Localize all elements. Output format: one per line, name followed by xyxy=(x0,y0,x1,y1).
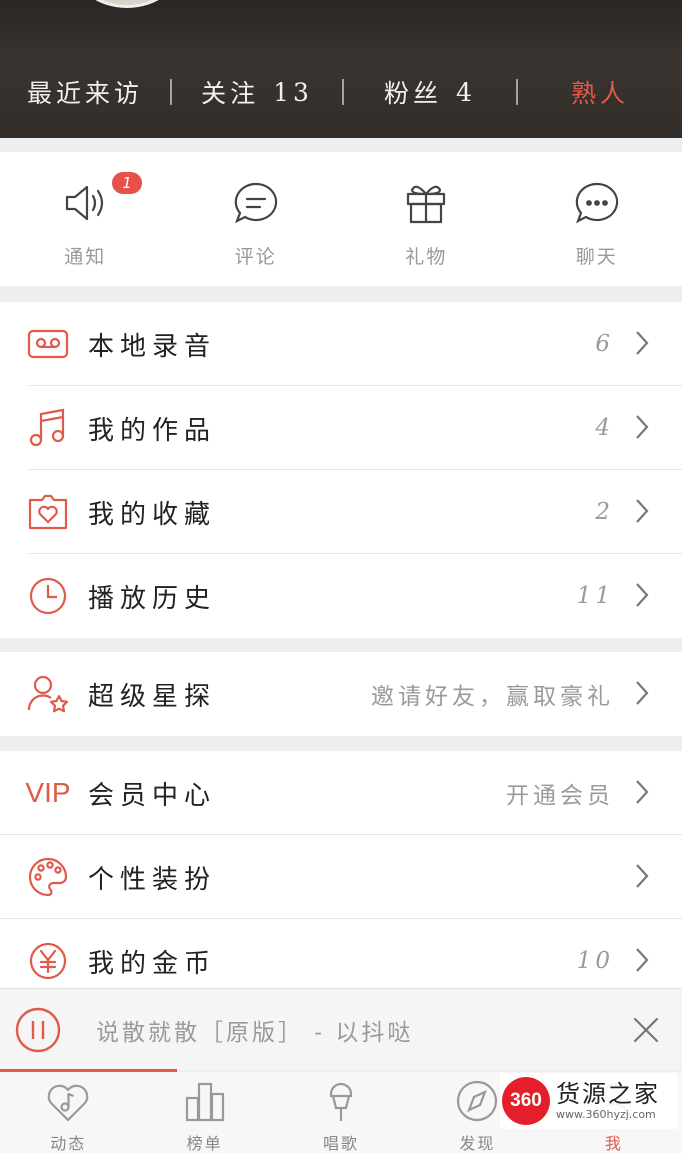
stat-fans[interactable]: 粉丝 4 xyxy=(344,72,516,112)
list-item-my-works[interactable]: 我的作品 4 xyxy=(0,386,682,470)
chevron-right-icon xyxy=(634,581,656,611)
list-item-title: 个性装扮 xyxy=(88,864,217,895)
action-notifications[interactable]: 1 通知 xyxy=(0,152,171,286)
chevron-right-icon xyxy=(634,862,656,892)
speaker-icon xyxy=(61,180,109,230)
avatar[interactable] xyxy=(72,0,182,8)
watermark-logo: 360 xyxy=(502,1077,550,1125)
mini-player: 说散就散［原版］ - 以抖哒 xyxy=(0,988,682,1070)
coin-icon xyxy=(24,937,72,985)
stat-acquaintances[interactable]: 熟人 xyxy=(518,72,682,112)
close-icon[interactable] xyxy=(632,1016,660,1044)
list-item-title: 我的作品 xyxy=(88,415,217,446)
stat-count: 13 xyxy=(273,77,313,107)
chevron-right-icon xyxy=(634,946,656,976)
stat-label: 熟人 xyxy=(570,79,629,108)
list-item-local-recordings[interactable]: 本地录音 6 xyxy=(0,302,682,386)
action-label: 礼物 xyxy=(405,246,448,268)
list-item-count: 4 xyxy=(595,415,614,441)
list-item-title: 我的金币 xyxy=(88,948,217,979)
chevron-right-icon xyxy=(634,413,656,443)
action-label: 评论 xyxy=(234,246,277,268)
watermark-title: 货源之家 xyxy=(556,1080,660,1108)
list-item-count: 11 xyxy=(576,583,614,609)
list-item-count: 6 xyxy=(595,331,614,357)
action-label: 通知 xyxy=(64,246,107,268)
profile-stats: 最近来访 关注 13 粉丝 4 熟人 xyxy=(0,72,682,112)
list-item-title: 播放历史 xyxy=(88,583,217,614)
list-item-my-favorites[interactable]: 我的收藏 2 xyxy=(0,470,682,554)
watermark-url: www.360hyzj.com xyxy=(556,1108,656,1121)
tab-label: 唱歌 xyxy=(323,1134,360,1153)
profile-header: 最近来访 关注 13 粉丝 4 熟人 xyxy=(0,0,682,138)
tab-feed[interactable]: 动态 xyxy=(0,1072,136,1153)
action-label: 聊天 xyxy=(575,246,618,268)
vip-icon-text: VIP xyxy=(25,777,71,808)
action-gifts[interactable]: 礼物 xyxy=(341,152,512,286)
user-star-icon xyxy=(24,670,72,718)
tab-label: 榜单 xyxy=(186,1134,223,1153)
action-comments[interactable]: 评论 xyxy=(171,152,342,286)
list-item-subtitle: 邀请好友，赢取豪礼 xyxy=(371,684,614,710)
settings-list: VIP 会员中心 开通会员 个性装扮 我的金币 10 xyxy=(0,751,682,988)
tab-label: 动态 xyxy=(50,1134,87,1153)
music-note-icon xyxy=(24,404,72,452)
chevron-right-icon xyxy=(634,778,656,808)
list-item-personalization[interactable]: 个性装扮 xyxy=(0,835,682,919)
tab-label: 我 xyxy=(604,1134,623,1153)
comment-icon xyxy=(232,180,280,230)
stat-count: 4 xyxy=(456,77,476,107)
cassette-icon xyxy=(24,320,72,368)
tab-charts[interactable]: 榜单 xyxy=(136,1072,272,1153)
list-item-title: 我的收藏 xyxy=(88,499,217,530)
tab-sing[interactable]: 唱歌 xyxy=(273,1072,409,1153)
palette-icon xyxy=(24,853,72,901)
vip-icon: VIP xyxy=(24,769,72,817)
chevron-right-icon xyxy=(634,329,656,359)
now-playing-title[interactable]: 说散就散［原版］ - 以抖哒 xyxy=(96,1013,413,1047)
list-item-membership-center[interactable]: VIP 会员中心 开通会员 xyxy=(0,751,682,835)
chart-icon xyxy=(181,1078,229,1128)
stat-following[interactable]: 关注 13 xyxy=(172,72,342,112)
list-item-super-scout[interactable]: 超级星探 邀请好友，赢取豪礼 xyxy=(0,652,682,736)
notification-badge: 1 xyxy=(112,172,142,194)
compass-icon xyxy=(453,1078,501,1128)
stat-label: 关注 xyxy=(201,79,260,108)
heart-note-icon xyxy=(44,1078,92,1128)
list-item-title: 本地录音 xyxy=(88,331,217,362)
chat-icon xyxy=(573,180,621,230)
microphone-icon xyxy=(317,1078,365,1128)
promo-list: 超级星探 邀请好友，赢取豪礼 xyxy=(0,652,682,736)
list-item-play-history[interactable]: 播放历史 11 xyxy=(0,554,682,638)
pause-icon[interactable] xyxy=(14,1006,62,1054)
list-item-my-coins[interactable]: 我的金币 10 xyxy=(0,919,682,988)
clock-icon xyxy=(24,572,72,620)
chevron-right-icon xyxy=(634,497,656,527)
watermark: 360 货源之家 www.360hyzj.com xyxy=(500,1073,678,1129)
list-item-subtitle: 开通会员 xyxy=(506,783,614,809)
stat-label: 最近来访 xyxy=(26,79,143,108)
list-item-count: 10 xyxy=(576,948,614,974)
list-item-title: 会员中心 xyxy=(88,780,217,811)
action-chat[interactable]: 聊天 xyxy=(512,152,682,286)
content-list: 本地录音 6 我的作品 4 我的收藏 2 播放历史 11 xyxy=(0,302,682,638)
list-item-count: 2 xyxy=(595,499,614,525)
watermark-text: 货源之家 www.360hyzj.com xyxy=(556,1080,660,1122)
heart-folder-icon xyxy=(24,488,72,536)
quick-actions: 1 通知 评论 礼物 聊天 xyxy=(0,152,682,286)
chevron-right-icon xyxy=(634,679,656,709)
list-item-title: 超级星探 xyxy=(88,681,217,712)
tab-label: 发现 xyxy=(459,1134,496,1153)
stat-recent-visits[interactable]: 最近来访 xyxy=(0,72,170,112)
stat-label: 粉丝 xyxy=(384,79,443,108)
gift-icon xyxy=(402,180,450,230)
